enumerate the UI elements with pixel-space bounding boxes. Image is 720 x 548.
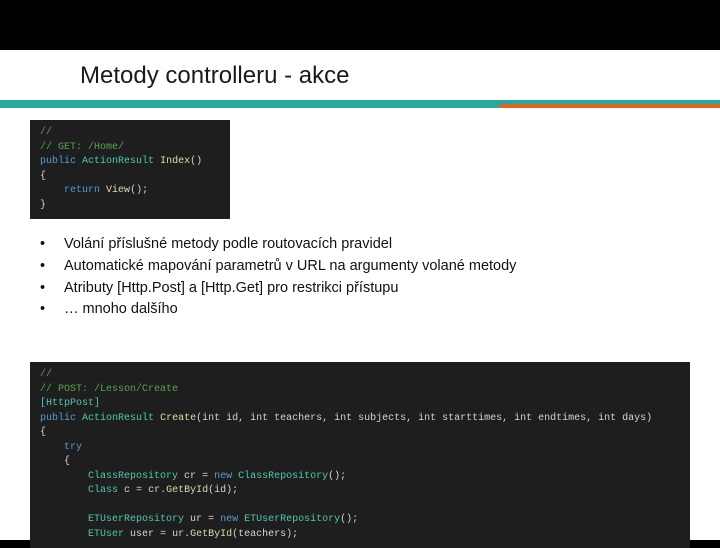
bullet-text: … mnoho dalšího xyxy=(64,299,178,321)
code-keyword: return xyxy=(64,185,100,196)
code-brace: { xyxy=(64,456,70,467)
code-text: (teachers); xyxy=(232,529,298,540)
code-method: GetById xyxy=(166,485,208,496)
bullet-text: Volání příslušné metody podle routovacíc… xyxy=(64,234,392,256)
code-method: View xyxy=(106,185,130,196)
code-brace: { xyxy=(40,427,46,438)
code-method: GetById xyxy=(190,529,232,540)
bullet-text: Atributy [Http.Post] a [Http.Get] pro re… xyxy=(64,278,398,300)
code-type: ActionResult xyxy=(82,413,154,424)
code-method: Index xyxy=(160,156,190,167)
code-text: (id); xyxy=(208,485,238,496)
code-type: ETUserRepository xyxy=(88,514,184,525)
bullet-dot: • xyxy=(40,278,64,300)
code-keyword: new xyxy=(220,514,238,525)
code-var: ur xyxy=(190,514,202,525)
code-keyword: public xyxy=(40,156,76,167)
code-type: ActionResult xyxy=(82,156,154,167)
code-type: ClassRepository xyxy=(238,471,328,482)
code-text: () xyxy=(190,156,202,167)
page-title: Metody controlleru - akce xyxy=(80,62,349,90)
bullet-dot: • xyxy=(40,234,64,256)
code-attribute: [HttpPost] xyxy=(40,398,100,409)
code-text: (); xyxy=(328,471,346,482)
code-text: = xyxy=(202,514,220,525)
code-text: (); xyxy=(340,514,358,525)
code-var: cr xyxy=(184,471,196,482)
code-brace: } xyxy=(40,200,46,211)
code-text: = ur. xyxy=(154,529,190,540)
code-type: ClassRepository xyxy=(88,471,178,482)
code-text: (); xyxy=(130,185,148,196)
code-method: Create xyxy=(160,413,196,424)
list-item: •… mnoho dalšího xyxy=(40,299,516,321)
code-type: ETUserRepository xyxy=(244,514,340,525)
code-keyword: try xyxy=(64,442,82,453)
list-item: •Atributy [Http.Post] a [Http.Get] pro r… xyxy=(40,278,516,300)
code-params: (int id, int teachers, int subjects, int… xyxy=(196,413,652,424)
bullet-dot: • xyxy=(40,256,64,278)
code-text: = xyxy=(196,471,214,482)
code-comment: // POST: /Lesson/Create xyxy=(40,384,178,395)
code-comment: // GET: /Home/ xyxy=(40,142,124,153)
list-item: •Volání příslušné metody podle routovací… xyxy=(40,234,516,256)
code-block-create: // // POST: /Lesson/Create [HttpPost] pu… xyxy=(30,362,690,548)
code-type: ETUser xyxy=(88,529,124,540)
bullet-text: Automatické mapování parametrů v URL na … xyxy=(64,256,516,278)
code-block-index: // // GET: /Home/ public ActionResult In… xyxy=(30,120,230,219)
code-comment: // xyxy=(40,127,52,138)
code-brace: { xyxy=(40,171,46,182)
code-type: Class xyxy=(88,485,118,496)
slide: Metody controlleru - akce // // GET: /Ho… xyxy=(0,0,720,540)
list-item: •Automatické mapování parametrů v URL na… xyxy=(40,256,516,278)
bullet-list: •Volání příslušné metody podle routovací… xyxy=(40,234,516,321)
bullet-dot: • xyxy=(40,299,64,321)
accent-divider xyxy=(0,100,720,108)
code-comment: // xyxy=(40,369,52,380)
code-text: = cr. xyxy=(130,485,166,496)
code-keyword: new xyxy=(214,471,232,482)
code-var: user xyxy=(130,529,154,540)
code-keyword: public xyxy=(40,413,76,424)
